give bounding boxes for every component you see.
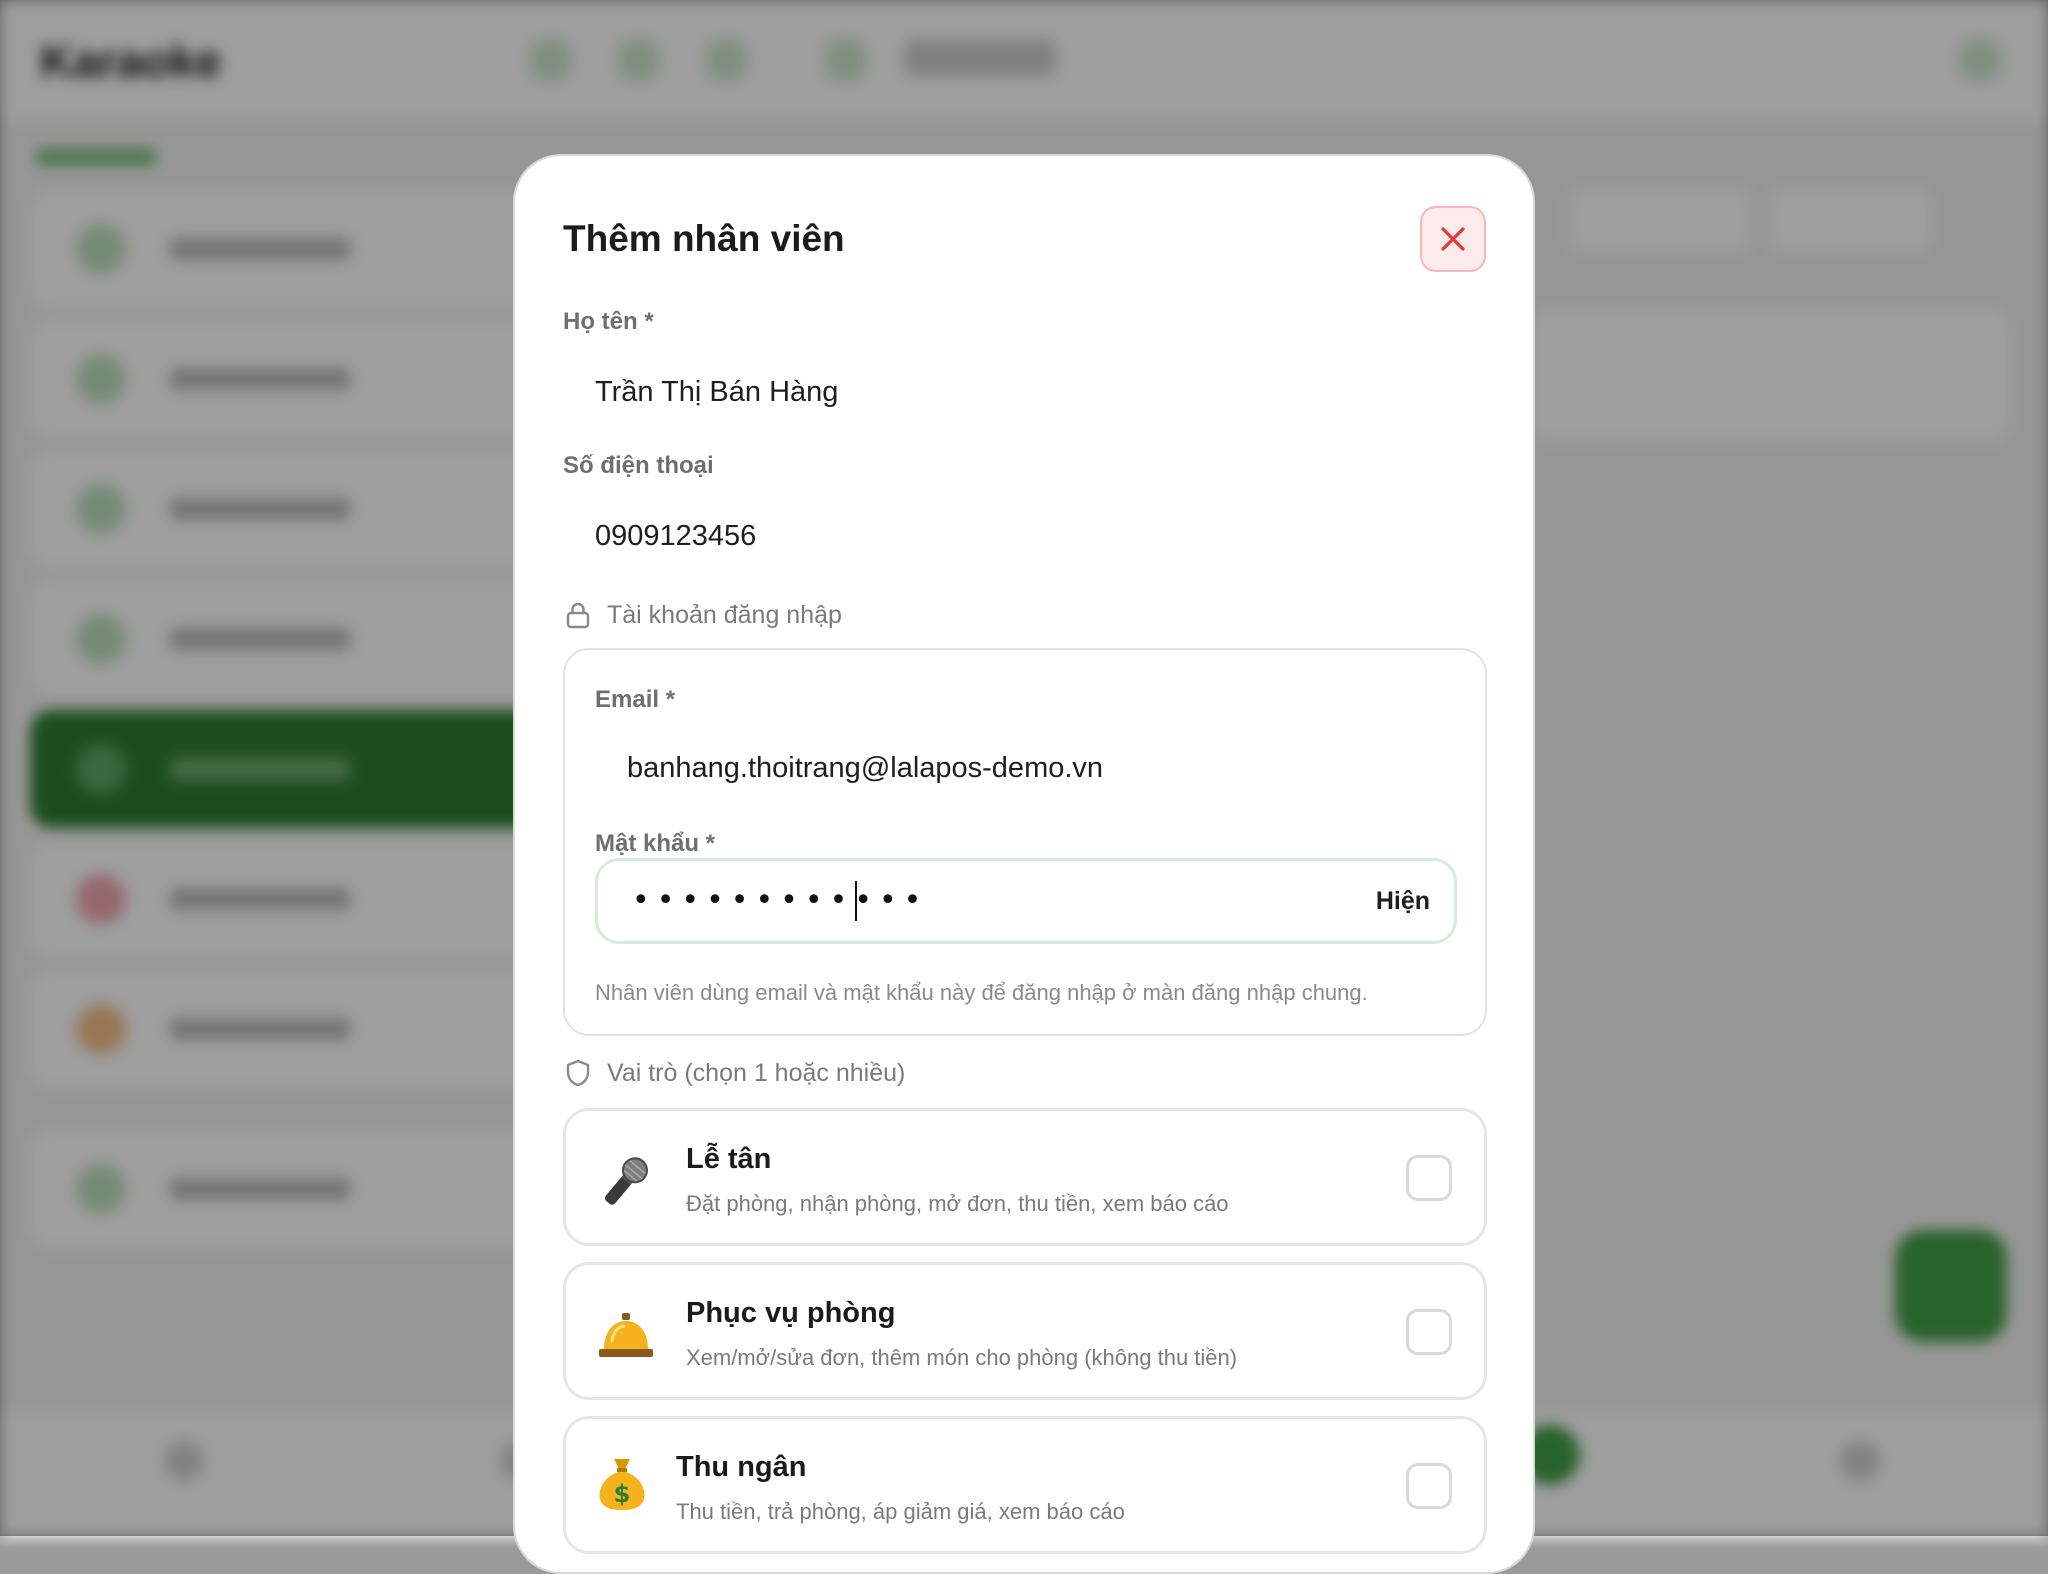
close-icon xyxy=(1441,227,1465,251)
svg-text:$: $ xyxy=(614,1480,631,1508)
role-checkbox[interactable] xyxy=(1406,1309,1452,1355)
service-bell-icon xyxy=(599,1313,653,1357)
role-card-room-service[interactable]: Phục vụ phòng Xem/mở/sửa đơn, thêm món c… xyxy=(563,1262,1487,1400)
text-caret xyxy=(855,881,857,921)
role-name: Lễ tân xyxy=(686,1143,772,1175)
money-bag-icon: $ xyxy=(599,1459,645,1510)
password-label: Mật khẩu * xyxy=(595,830,716,857)
add-employee-modal: Thêm nhân viên Họ tên * Số điện thoại Tà… xyxy=(513,154,1535,1574)
role-desc: Xem/mở/sửa đơn, thêm món cho phòng (khôn… xyxy=(686,1345,1238,1370)
account-box: Email * Mật khẩu * •••••••••••• Hiện Nhâ… xyxy=(563,648,1487,1036)
role-desc: Đặt phòng, nhận phòng, mở đơn, thu tiền,… xyxy=(686,1191,1229,1216)
roles-section-heading: Vai trò (chọn 1 hoặc nhiều) xyxy=(563,1058,905,1088)
full-name-label: Họ tên * xyxy=(563,308,654,335)
password-masked-value: •••••••••••• xyxy=(632,883,929,918)
modal-title: Thêm nhân viên xyxy=(563,218,845,259)
phone-input[interactable] xyxy=(595,514,1455,558)
email-input[interactable] xyxy=(627,746,1447,790)
close-button[interactable] xyxy=(1420,206,1486,272)
show-password-button[interactable]: Hiện xyxy=(1376,887,1430,916)
role-checkbox[interactable] xyxy=(1406,1155,1452,1201)
email-label: Email * xyxy=(595,686,676,713)
role-desc: Thu tiền, trả phòng, áp giảm giá, xem bá… xyxy=(676,1499,1125,1524)
phone-label: Số điện thoại xyxy=(563,452,714,479)
account-section-title: Tài khoản đăng nhập xyxy=(607,600,842,629)
shield-icon xyxy=(566,1059,590,1087)
password-input[interactable]: •••••••••••• Hiện xyxy=(595,858,1457,944)
role-card-receptionist[interactable]: Lễ tân Đặt phòng, nhận phòng, mở đơn, th… xyxy=(563,1108,1487,1246)
role-card-cashier[interactable]: $ Thu ngân Thu tiền, trả phòng, áp giảm … xyxy=(563,1416,1487,1554)
roles-section-title: Vai trò (chọn 1 hoặc nhiều) xyxy=(607,1058,906,1087)
microphone-icon xyxy=(605,1157,648,1205)
full-name-input[interactable] xyxy=(595,370,1455,414)
account-hint: Nhân viên dùng email và mật khẩu này để … xyxy=(595,980,1368,1005)
account-section-heading: Tài khoản đăng nhập xyxy=(563,600,842,630)
lock-icon xyxy=(566,602,590,629)
role-checkbox[interactable] xyxy=(1406,1463,1452,1509)
role-name: Phục vụ phòng xyxy=(686,1297,896,1329)
role-name: Thu ngân xyxy=(676,1451,807,1483)
